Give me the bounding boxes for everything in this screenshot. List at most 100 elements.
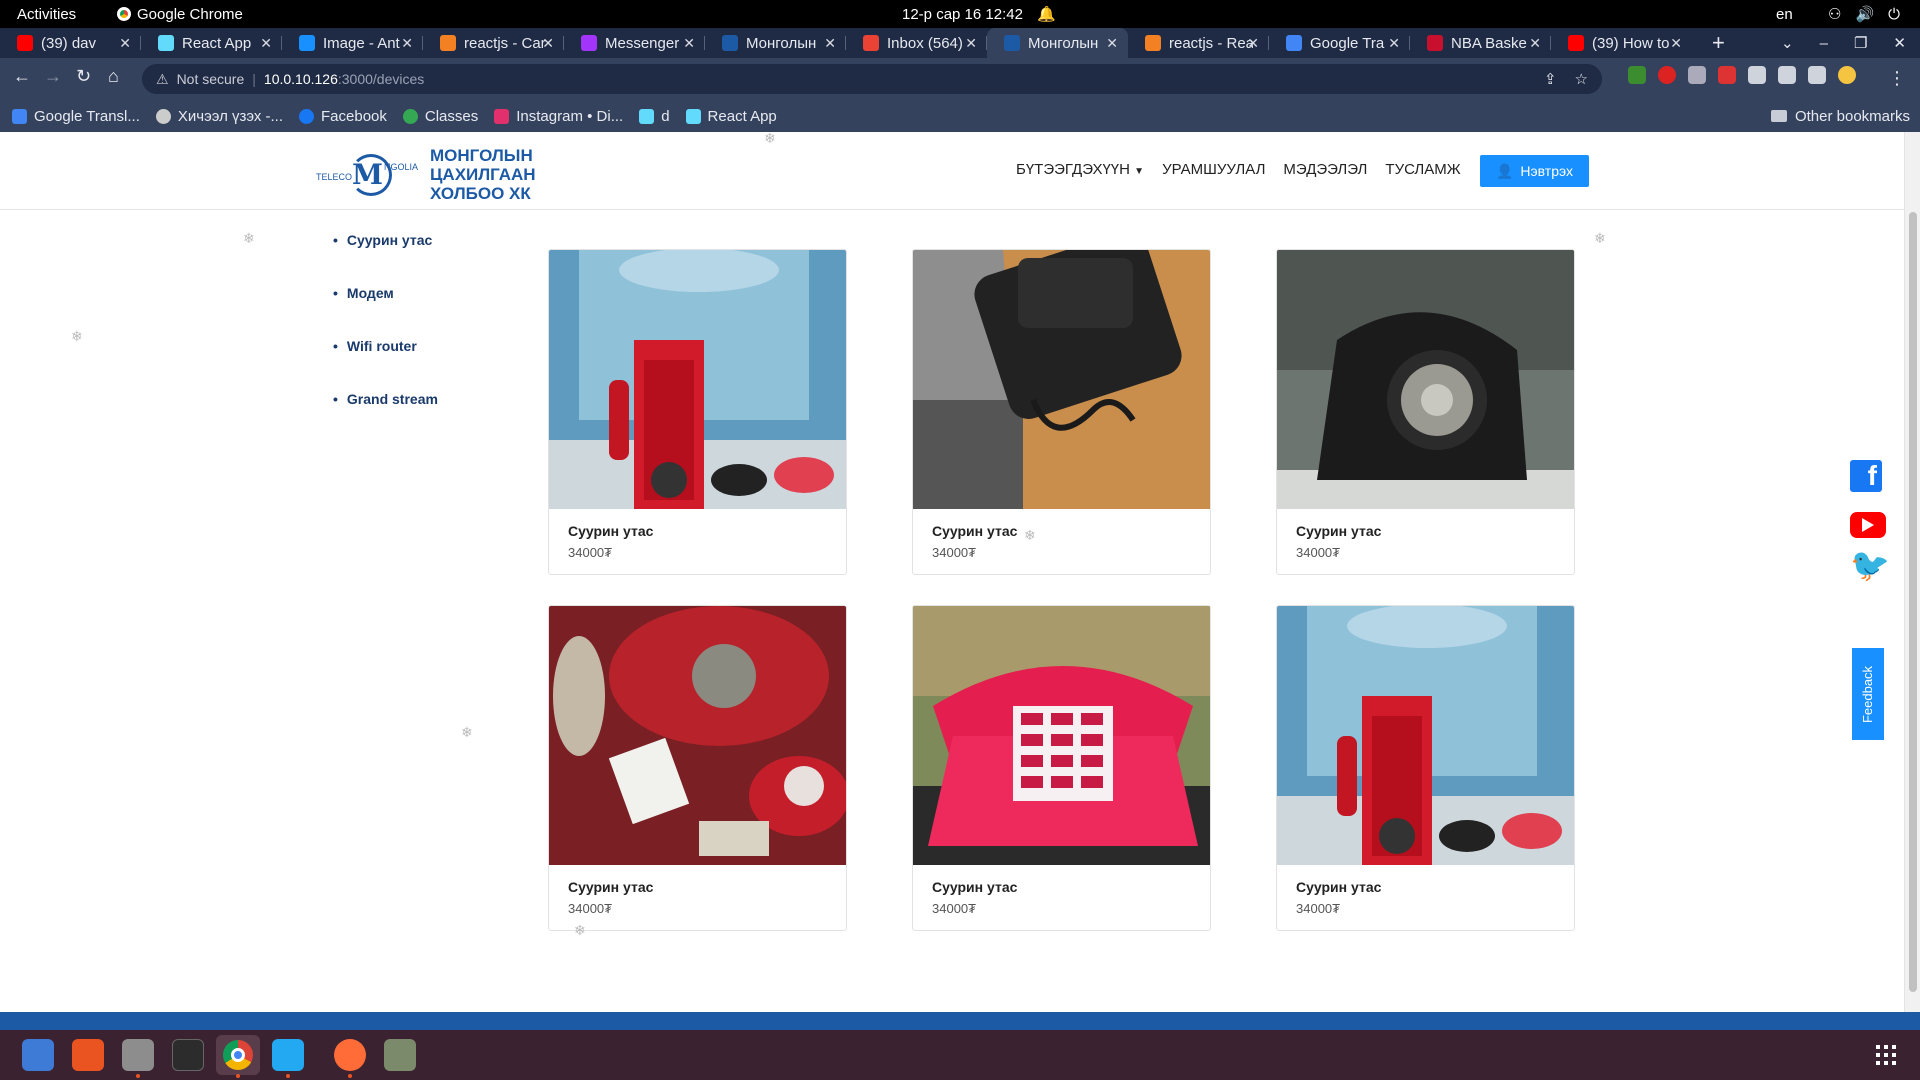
home-icon[interactable]: ⌂ [108, 66, 119, 87]
reload-icon[interactable]: ↻ [76, 66, 91, 87]
app-menu[interactable]: Google Chrome [117, 6, 243, 23]
back-icon[interactable]: ← [13, 66, 31, 87]
twitter-icon[interactable]: 🐦 [1850, 549, 1890, 581]
nav-promotions[interactable]: УРАМШУУЛАЛ [1162, 161, 1265, 178]
extension-icon[interactable] [1658, 66, 1676, 84]
close-icon[interactable]: ✕ [824, 35, 836, 52]
browser-tab[interactable]: Google Tra ✕ [1269, 28, 1410, 58]
more-menu-icon[interactable]: ⋮ [1888, 68, 1906, 89]
clock[interactable]: 12-р сар 16 12:42 🔔 [902, 5, 1056, 24]
bookmark-item[interactable]: React App [685, 108, 777, 125]
chrome-taskbar-icon[interactable] [216, 1035, 260, 1075]
site-icon [155, 108, 171, 124]
language-indicator[interactable]: en [1776, 6, 1793, 23]
facebook-icon[interactable]: f [1850, 460, 1882, 492]
product-image [549, 606, 846, 865]
side-panel-icon[interactable] [1808, 66, 1826, 84]
warning-icon: ⚠ [156, 70, 169, 87]
security-label: Not secure [176, 71, 245, 87]
close-window-icon[interactable]: ✕ [1893, 34, 1906, 52]
bookmark-item[interactable]: Google Transl... [12, 108, 140, 125]
product-card[interactable]: Суурин утас 34000₮ [1276, 605, 1575, 931]
maximize-icon[interactable]: ❐ [1854, 34, 1867, 52]
nav-help[interactable]: ТУСЛАМЖ [1385, 161, 1460, 178]
close-icon[interactable]: ✕ [1106, 35, 1118, 52]
product-card[interactable]: Суурин утас 34000₮ [548, 605, 847, 931]
bookmark-item[interactable]: Facebook [299, 108, 387, 125]
browser-tab[interactable]: reactjs - Car ✕ [423, 28, 564, 58]
close-icon[interactable]: ✕ [1670, 35, 1682, 52]
trash-icon[interactable] [384, 1039, 416, 1071]
bookmark-item[interactable]: Хичээл үзэх -... [155, 108, 283, 125]
browser-tab[interactable]: Inbox (564) ✕ [846, 28, 987, 58]
other-bookmarks[interactable]: Other bookmarks [1770, 100, 1910, 132]
bookmark-item[interactable]: Classes [402, 108, 478, 125]
browser-tab-active[interactable]: Монголын ✕ [987, 28, 1128, 58]
extension-icon[interactable] [1718, 66, 1736, 84]
category-grand-stream[interactable]: Grand stream [333, 391, 438, 444]
bookmark-item[interactable]: d [639, 108, 670, 125]
show-apps-icon[interactable] [1876, 1045, 1896, 1065]
category-landline[interactable]: Суурин утас [333, 232, 438, 285]
product-card[interactable]: Суурин утас 34000₮ [912, 249, 1211, 575]
close-icon[interactable]: ✕ [542, 35, 554, 52]
browser-tab[interactable]: Image - Ant ✕ [282, 28, 423, 58]
nav-information[interactable]: МЭДЭЭЛЭЛ [1283, 161, 1367, 178]
files-icon[interactable] [122, 1039, 154, 1071]
nav-products[interactable]: БҮТЭЭГДЭХҮҮН ▼ [1016, 161, 1144, 178]
close-icon[interactable]: ✕ [683, 35, 695, 52]
forward-icon[interactable]: → [44, 66, 62, 87]
system-tray[interactable]: ⚇ 🔊 ⏻ [1827, 5, 1900, 24]
logo-text: МОНГОЛЫН ЦАХИЛГААН ХОЛБОО ХК [430, 146, 536, 203]
close-icon[interactable]: ✕ [260, 35, 272, 52]
browser-tab[interactable]: Монголын ✕ [705, 28, 846, 58]
scrollbar-thumb[interactable] [1909, 212, 1917, 992]
puzzle-icon[interactable] [1748, 66, 1766, 84]
product-card[interactable]: Суурин утас 34000₮ [912, 605, 1211, 931]
network-icon: ⚇ [1827, 6, 1842, 23]
vscode-icon[interactable] [272, 1039, 304, 1071]
terminal-icon[interactable] [172, 1039, 204, 1071]
feedback-button[interactable]: Feedback [1852, 648, 1884, 740]
close-icon[interactable]: ✕ [1388, 35, 1400, 52]
address-bar[interactable]: ⚠ Not secure | 10.0.10.126 :3000/devices… [142, 64, 1602, 94]
new-tab-button[interactable]: + [1712, 28, 1725, 58]
ant-design-icon [299, 35, 315, 51]
browser-tab[interactable]: React App ✕ [141, 28, 282, 58]
software-center-icon[interactable] [72, 1039, 104, 1071]
youtube-icon[interactable] [1850, 512, 1886, 538]
browser-tab[interactable]: reactjs - Rea ✕ [1128, 28, 1269, 58]
category-modem[interactable]: Модем [333, 285, 438, 338]
globe-icon[interactable] [1688, 66, 1706, 84]
text-editor-icon[interactable] [22, 1039, 54, 1071]
power-icon: ⏻ [1888, 5, 1900, 23]
activities-button[interactable]: Activities [17, 6, 76, 23]
close-icon[interactable]: ✕ [401, 35, 413, 52]
product-card[interactable]: Суурин утас 34000₮ [548, 249, 847, 575]
minimize-icon[interactable]: – [1820, 35, 1828, 52]
browser-tab[interactable]: Messenger ✕ [564, 28, 705, 58]
browser-tab[interactable]: NBA Baske ✕ [1410, 28, 1551, 58]
product-card[interactable]: Суурин утас 34000₮ [1276, 249, 1575, 575]
extension-icon[interactable] [1628, 66, 1646, 84]
postman-icon[interactable] [334, 1039, 366, 1071]
close-icon[interactable]: ✕ [1247, 35, 1259, 52]
browser-tab[interactable]: (39) dav ✕ [0, 28, 141, 58]
share-icon[interactable]: ⇪ [1544, 70, 1557, 88]
login-button[interactable]: 👤 Нэвтрэх [1480, 155, 1589, 187]
browser-tab[interactable]: (39) How to ✕ [1551, 28, 1692, 58]
product-name: Суурин утас [932, 879, 1018, 895]
page-scrollbar[interactable] [1904, 132, 1920, 1012]
tab-search-icon[interactable]: ⌄ [1781, 34, 1794, 52]
close-icon[interactable]: ✕ [1529, 35, 1541, 52]
snowflake-icon: ❄ [461, 724, 473, 740]
media-icon[interactable] [1778, 66, 1796, 84]
category-wifi-router[interactable]: Wifi router [333, 338, 438, 391]
site-logo[interactable]: TELECO M NGOLIA МОНГОЛЫН ЦАХИЛГААН ХОЛБО… [316, 146, 536, 203]
tab-label: NBA Baske [1451, 34, 1527, 52]
bookmark-star-icon[interactable]: ☆ [1575, 70, 1588, 88]
close-icon[interactable]: ✕ [119, 35, 131, 52]
bookmark-item[interactable]: Instagram • Di... [494, 108, 623, 125]
close-icon[interactable]: ✕ [965, 35, 977, 52]
avatar[interactable] [1838, 66, 1856, 84]
